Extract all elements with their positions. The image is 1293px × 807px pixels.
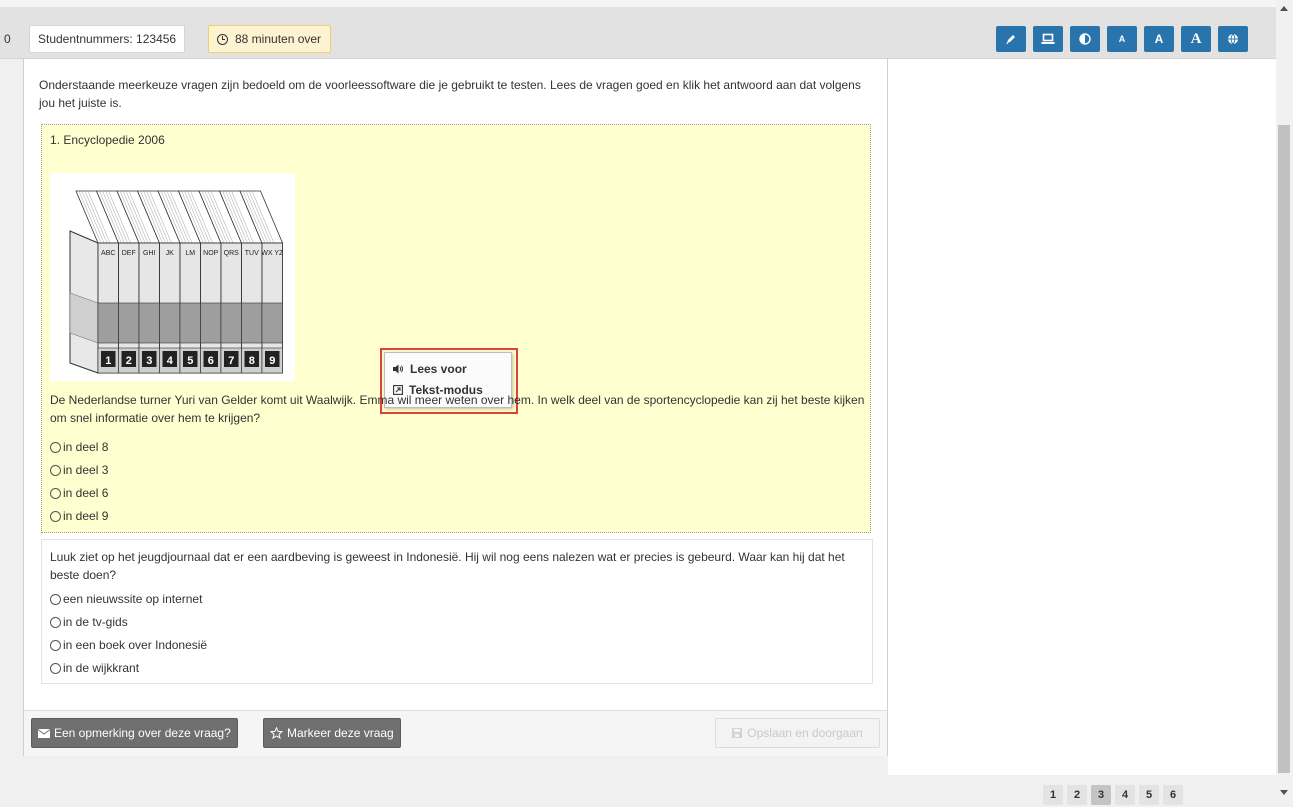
answer-label: in deel 9 xyxy=(63,509,109,523)
spine-label: GHI xyxy=(143,250,156,257)
spine-label: QRS xyxy=(224,250,240,257)
scrollbar-thumb[interactable] xyxy=(1278,125,1290,773)
font-small-icon[interactable]: A xyxy=(1107,26,1137,52)
spine-label: ABC xyxy=(101,250,115,257)
read-aloud-item[interactable]: Lees voor xyxy=(393,362,467,376)
radio-icon[interactable] xyxy=(50,510,61,522)
page-button[interactable]: 2 xyxy=(1067,785,1087,805)
answer-label: in de tv-gids xyxy=(63,615,128,629)
book-spine: ABC 1 xyxy=(97,242,119,374)
remark-button[interactable]: Een opmerking over deze vraag? xyxy=(31,718,238,748)
laptop-icon[interactable] xyxy=(1033,26,1063,52)
question-footer: Een opmerking over deze vraag? Markeer d… xyxy=(24,710,887,756)
pagination: 1 2 3 4 5 6 xyxy=(1043,785,1183,805)
page-button[interactable]: 5 xyxy=(1139,785,1159,805)
answer-label: in deel 8 xyxy=(63,440,109,454)
right-panel xyxy=(888,59,1276,775)
remark-button-label: Een opmerking over deze vraag? xyxy=(54,726,231,740)
book-spine: JK 4 xyxy=(159,242,181,374)
answer-option[interactable]: in de tv-gids xyxy=(50,615,128,629)
mark-question-label: Markeer deze vraag xyxy=(287,726,394,740)
answer-option[interactable]: in deel 8 xyxy=(50,440,108,454)
answer-option[interactable]: in deel 3 xyxy=(50,463,108,477)
volume-number: 2 xyxy=(126,355,132,367)
scroll-down-arrow-icon[interactable] xyxy=(1280,790,1288,795)
font-large-icon[interactable]: A xyxy=(1181,26,1211,52)
save-icon xyxy=(732,728,743,738)
page-button-current[interactable]: 3 xyxy=(1091,785,1111,805)
star-icon xyxy=(270,727,283,739)
answer-option[interactable]: in deel 6 xyxy=(50,486,108,500)
clock-icon xyxy=(217,33,228,45)
globe-icon[interactable] xyxy=(1218,26,1248,52)
volume-number: 8 xyxy=(249,355,255,367)
spine-label: JK xyxy=(166,250,175,257)
book-spine: NOP 6 xyxy=(200,242,222,374)
book-spine: GHI 3 xyxy=(138,242,160,374)
volume-number: 5 xyxy=(187,355,193,367)
encyclopedia-illustration: ABC 1 DEF 2 GHI 3 JK 4 LM 5 NOP 6 QRS 7 TUV 8 WX YZ 9 xyxy=(69,190,284,374)
question-1-title: 1. Encyclopedie 2006 xyxy=(50,133,165,147)
radio-icon[interactable] xyxy=(50,662,61,674)
contrast-icon[interactable] xyxy=(1070,26,1100,52)
radio-icon[interactable] xyxy=(50,464,61,476)
spine-label: NOP xyxy=(203,250,219,257)
timer-badge: 88 minuten over xyxy=(208,25,332,53)
page-button[interactable]: 1 xyxy=(1043,785,1063,805)
accessibility-tools: A A A xyxy=(996,26,1248,52)
book-spine: WX YZ 9 xyxy=(261,242,284,374)
save-continue-button[interactable]: Opslaan en doorgaan xyxy=(715,718,880,748)
volume-number: 1 xyxy=(105,355,111,367)
radio-icon[interactable] xyxy=(50,441,61,453)
question-2-text: Luuk ziet op het jeugdjournaal dat er ee… xyxy=(50,550,845,582)
edge-number: 0 xyxy=(4,32,11,46)
answer-label: in een boek over Indonesië xyxy=(63,638,208,652)
speaker-icon xyxy=(393,364,403,374)
read-aloud-label: Lees voor xyxy=(410,362,467,376)
mark-question-button[interactable]: Markeer deze vraag xyxy=(263,718,401,748)
answer-option[interactable]: in de wijkkrant xyxy=(50,661,139,675)
answer-label: in deel 3 xyxy=(63,463,109,477)
volume-number: 9 xyxy=(269,355,275,367)
spine-label: WX YZ xyxy=(261,250,284,257)
radio-icon[interactable] xyxy=(50,616,61,628)
spine-label: DEF xyxy=(122,250,136,257)
encyclopedia-image: ABC 1 DEF 2 GHI 3 JK 4 LM 5 NOP 6 QRS 7 TUV 8 WX YZ 9 xyxy=(50,173,295,381)
answer-label: een nieuwssite op internet xyxy=(63,592,203,606)
answer-option[interactable]: een nieuwssite op internet xyxy=(50,592,202,606)
question-2: Luuk ziet op het jeugdjournaal dat er ee… xyxy=(41,539,873,684)
book-spine: QRS 7 xyxy=(220,242,242,374)
question-panel: Onderstaande meerkeuze vragen zijn bedoe… xyxy=(23,59,888,756)
save-continue-label: Opslaan en doorgaan xyxy=(747,726,863,740)
page-button[interactable]: 4 xyxy=(1115,785,1135,805)
font-medium-icon[interactable]: A xyxy=(1144,26,1174,52)
answer-option[interactable]: in deel 9 xyxy=(50,509,108,523)
answer-label: in de wijkkrant xyxy=(63,661,140,675)
radio-icon[interactable] xyxy=(50,639,61,651)
spine-label: LM xyxy=(185,250,195,257)
student-number-badge: Studentnummers: 123456 xyxy=(29,25,186,53)
radio-icon[interactable] xyxy=(50,593,61,605)
timer-label: 88 minuten over xyxy=(235,32,322,46)
answer-label: in deel 6 xyxy=(63,486,109,500)
volume-number: 6 xyxy=(208,355,214,367)
pen-icon[interactable] xyxy=(996,26,1026,52)
page-button[interactable]: 6 xyxy=(1163,785,1183,805)
book-spine: DEF 2 xyxy=(118,242,140,374)
spine-label: TUV xyxy=(245,250,259,257)
scroll-up-arrow-icon[interactable] xyxy=(1280,6,1288,11)
radio-icon[interactable] xyxy=(50,487,61,499)
book-spine: LM 5 xyxy=(179,242,201,374)
intro-text: Onderstaande meerkeuze vragen zijn bedoe… xyxy=(39,78,861,110)
top-strip xyxy=(0,0,1276,7)
volume-number: 7 xyxy=(228,355,234,367)
question-1: 1. Encyclopedie 2006 ABC 1 DEF 2 GHI 3 JK 4 LM 5 N… xyxy=(41,124,871,533)
question-1-text: De Nederlandse turner Yuri van Gelder ko… xyxy=(50,393,865,425)
top-toolbar: 0 Studentnummers: 123456 88 minuten over… xyxy=(0,7,1276,59)
volume-number: 4 xyxy=(167,355,174,367)
volume-number: 3 xyxy=(146,355,152,367)
book-spine: TUV 8 xyxy=(241,242,263,374)
answer-option[interactable]: in een boek over Indonesië xyxy=(50,638,207,652)
envelope-icon xyxy=(38,728,50,738)
